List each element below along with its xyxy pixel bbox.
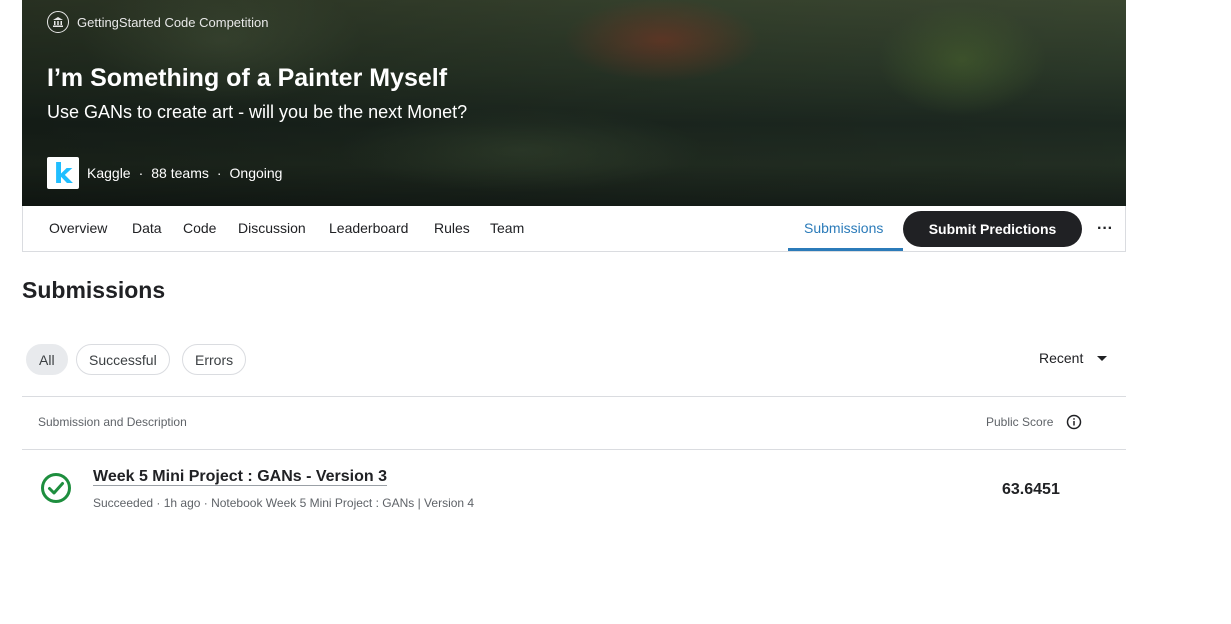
tab-team[interactable]: Team (490, 206, 524, 251)
page-title: Submissions (22, 277, 166, 303)
submission-description: Succeeded · 1h ago · Notebook Week 5 Min… (93, 496, 475, 510)
check-circle-icon (41, 473, 71, 503)
competition-title: I’m Something of a Painter Myself (47, 64, 448, 92)
tab-rules[interactable]: Rules (434, 206, 470, 251)
host-name[interactable]: Kaggle (87, 165, 131, 181)
filter-all[interactable]: All (26, 344, 68, 375)
filter-errors[interactable]: Errors (182, 344, 247, 375)
tab-discussion[interactable]: Discussion (238, 206, 306, 251)
tab-data[interactable]: Data (132, 206, 162, 251)
tab-overview[interactable]: Overview (49, 206, 107, 251)
competition-header: GettingStarted Code Competition I’m Some… (22, 0, 1126, 206)
info-icon[interactable] (1066, 414, 1082, 430)
competition-type: GettingStarted Code Competition (47, 11, 269, 33)
sort-label: Recent (1039, 350, 1084, 366)
separator: · (216, 165, 222, 181)
filter-successful[interactable]: Successful (76, 344, 170, 375)
submission-title[interactable]: Week 5 Mini Project : GANs - Version 3 (93, 468, 387, 486)
column-header-submission: Submission and Description (38, 415, 187, 429)
competition-tabs: Overview Data Code Discussion Leaderboar… (22, 206, 1126, 252)
bank-icon (47, 11, 69, 33)
competition-subtitle: Use GANs to create art - will you be the… (47, 102, 468, 122)
active-tab-indicator (788, 248, 903, 251)
divider (22, 449, 1126, 450)
kaggle-logo[interactable]: k (47, 157, 79, 190)
separator: · (138, 165, 144, 181)
column-header-score: Public Score (986, 415, 1054, 429)
submit-predictions-button[interactable]: Submit Predictions (903, 211, 1082, 247)
competition-status: Ongoing (229, 165, 283, 181)
competition-type-label: GettingStarted Code Competition (77, 14, 269, 30)
team-count: 88 teams (151, 165, 209, 181)
sort-dropdown[interactable]: Recent (1039, 350, 1108, 366)
tab-leaderboard[interactable]: Leaderboard (329, 206, 408, 251)
tab-submissions[interactable]: Submissions (804, 206, 883, 251)
dropdown-caret-icon (1097, 355, 1108, 361)
competition-meta: k Kaggle · 88 teams · Ongoing (47, 157, 283, 190)
public-score: 63.6451 (1002, 481, 1060, 498)
divider (22, 396, 1126, 397)
more-horizontal-icon[interactable]: ··· (1093, 215, 1117, 243)
tab-code[interactable]: Code (183, 206, 216, 251)
